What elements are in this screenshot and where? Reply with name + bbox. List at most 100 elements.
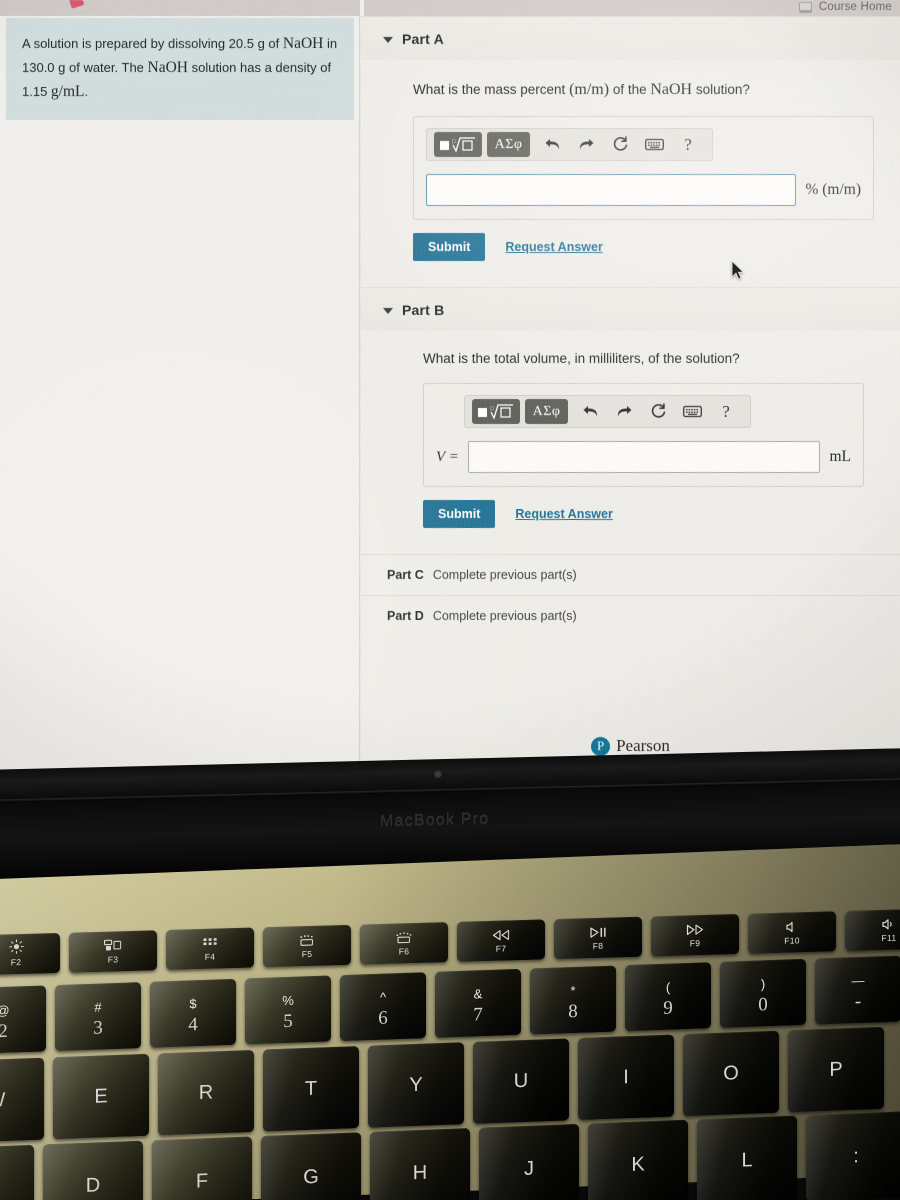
question-b-text: What is the total volume, in milliliters… — [423, 351, 740, 366]
part-b-answer-input[interactable] — [467, 441, 821, 474]
key-5[interactable]: % 5 — [245, 975, 331, 1045]
part-a-actions: Submit Request Answer — [413, 233, 874, 261]
reset-icon[interactable] — [644, 400, 672, 424]
key-f10[interactable]: F10 — [748, 911, 836, 954]
key-k[interactable]: K — [588, 1119, 688, 1200]
key-f6[interactable]: F6 — [360, 922, 448, 965]
part-b-title: Part B — [402, 301, 445, 318]
key-p[interactable]: P — [788, 1026, 884, 1113]
key-0-label: 0 — [758, 993, 768, 1016]
redo-icon[interactable] — [610, 400, 638, 424]
key-g[interactable]: G — [261, 1132, 361, 1200]
key-5-label: 5 — [283, 1010, 293, 1032]
key-t[interactable]: T — [263, 1046, 359, 1132]
key-3[interactable]: #3 — [55, 982, 141, 1052]
greek-label: ΑΣφ — [532, 403, 561, 419]
chevron-down-icon[interactable] — [383, 36, 393, 43]
undo-icon[interactable] — [538, 133, 566, 157]
part-c-row[interactable]: Part C Complete previous part(s) — [361, 554, 900, 596]
problem-statement-pane: A solution is prepared by dissolving 20.… — [0, 16, 360, 790]
key-y[interactable]: Y — [368, 1042, 464, 1128]
math-template-button[interactable]: □ — [472, 399, 520, 425]
reset-icon[interactable] — [606, 133, 634, 157]
key-f8[interactable]: F8 — [554, 916, 642, 960]
keyboard-icon[interactable] — [640, 133, 668, 157]
greek-label: ΑΣφ — [494, 136, 523, 152]
part-a-header[interactable]: Part A — [361, 15, 900, 61]
part-d-status: Complete previous part(s) — [432, 609, 577, 624]
rewind-icon — [492, 928, 510, 941]
statement-naoh-1: NaOH — [282, 35, 324, 52]
key-f5-label: F5 — [301, 948, 313, 959]
assignment-pane: Part A What is the mass percent (m/m) of… — [361, 15, 900, 790]
key-o[interactable]: O — [683, 1030, 779, 1117]
part-b-header[interactable]: Part B — [361, 287, 900, 331]
course-home-link[interactable]: Course Home — [798, 1, 892, 13]
key-6[interactable]: ^ 6 — [340, 972, 426, 1042]
part-d-label: Part D — [387, 609, 424, 624]
help-icon[interactable]: ? — [712, 400, 740, 424]
redo-icon[interactable] — [572, 133, 600, 157]
part-a-unit-label: % (m/m) — [805, 181, 861, 198]
statement-text-1: A solution is prepared by dissolving 20.… — [22, 36, 283, 51]
part-a-request-answer-link[interactable]: Request Answer — [505, 240, 602, 254]
key-f9[interactable]: F9 — [651, 913, 739, 957]
key-j[interactable]: J — [479, 1123, 579, 1200]
key-f2[interactable]: F2 — [0, 932, 60, 976]
key-u[interactable]: U — [473, 1038, 569, 1124]
part-b-question: What is the total volume, in milliliters… — [423, 349, 864, 369]
help-icon[interactable]: ? — [674, 133, 702, 157]
key-y-label: Y — [409, 1073, 423, 1097]
chevron-down-icon[interactable] — [383, 307, 393, 314]
laptop-screen: Course Home A solution is prepared by di… — [0, 0, 900, 791]
key-2[interactable]: @2 — [0, 985, 46, 1055]
key-e-label: E — [94, 1085, 108, 1108]
key-minus-label: - — [854, 990, 862, 1012]
question-a-pre: What is the mass percent — [413, 82, 570, 97]
key-w-label: W — [0, 1089, 6, 1112]
part-a-answer-input[interactable] — [426, 174, 797, 206]
pearson-p-icon: P — [591, 736, 611, 756]
volume-down-icon — [881, 917, 897, 929]
key-f7-label: F7 — [495, 942, 507, 954]
key-4[interactable]: $4 — [150, 978, 236, 1048]
key-l[interactable]: L — [697, 1115, 797, 1200]
key-minus[interactable]: — - — [815, 955, 900, 1025]
greek-symbols-button[interactable]: ΑΣφ — [525, 399, 568, 425]
key-0[interactable]: ) 0 — [720, 958, 806, 1028]
part-b-input-row: V = mL — [436, 441, 851, 474]
key-j-label: J — [524, 1157, 534, 1181]
keyboard-icon[interactable] — [678, 400, 706, 424]
part-a-submit-button[interactable]: Submit — [413, 233, 486, 261]
key-w[interactable]: W — [0, 1057, 44, 1144]
mission-control-icon — [104, 939, 122, 952]
key-f5[interactable]: F5 — [263, 924, 351, 968]
key-h[interactable]: H — [370, 1128, 470, 1200]
greek-symbols-button[interactable]: ΑΣφ — [487, 132, 530, 157]
key-7[interactable]: & 7 — [435, 968, 521, 1038]
key-9-label: 9 — [663, 997, 673, 1019]
key-i[interactable]: I — [578, 1034, 674, 1121]
key-semicolon[interactable]: : — [806, 1111, 900, 1200]
key-f11[interactable]: F11 — [845, 908, 900, 952]
question-a-post: solution? — [692, 82, 750, 97]
key-8[interactable]: * 8 — [530, 965, 616, 1035]
key-f4[interactable]: F4 — [166, 927, 254, 971]
part-a-input-row: % (m/m) — [426, 174, 861, 206]
key-6-label: 6 — [378, 1006, 388, 1029]
key-e[interactable]: E — [53, 1053, 149, 1140]
key-d[interactable]: D — [43, 1140, 143, 1200]
key-f3[interactable]: F3 — [69, 930, 157, 973]
part-d-row[interactable]: Part D Complete previous part(s) — [361, 595, 900, 637]
math-template-button[interactable]: □ — [434, 132, 482, 157]
key-f8-label: F8 — [592, 940, 604, 951]
undo-icon[interactable] — [576, 400, 604, 424]
key-f7[interactable]: F7 — [457, 919, 545, 962]
key-f[interactable]: F — [152, 1136, 252, 1200]
webcam-icon — [435, 771, 441, 778]
part-b-request-answer-link[interactable]: Request Answer — [515, 507, 612, 521]
key-r[interactable]: R — [158, 1049, 254, 1136]
key-s[interactable]: S — [0, 1144, 34, 1200]
part-b-submit-button[interactable]: Submit — [423, 500, 496, 529]
key-9[interactable]: (9 — [625, 962, 711, 1032]
